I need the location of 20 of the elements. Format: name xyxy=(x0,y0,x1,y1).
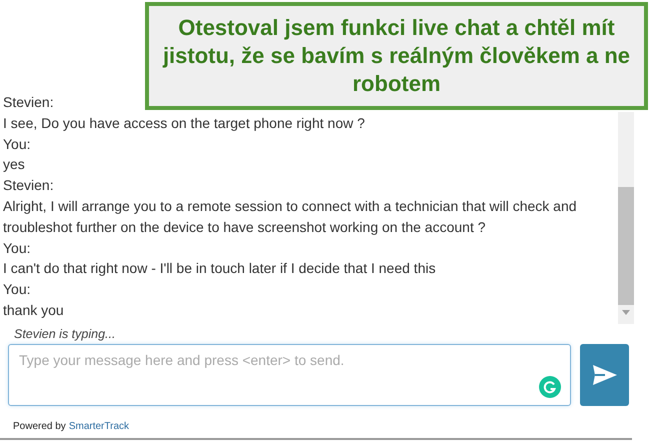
sender-name: Stevien: xyxy=(3,176,55,196)
send-button[interactable] xyxy=(580,344,629,406)
chat-message: Alright, I will arrange you to a remote session to connect with a technician that will check and troubleshot further on the device to have screenshot working on the account ? xyxy=(3,196,578,237)
message-input[interactable]: Type your message here and press <enter> to send. xyxy=(8,344,571,406)
sender-name: Stevien: xyxy=(3,93,55,112)
sender-name: You: xyxy=(3,280,32,300)
sender-name: You: xyxy=(3,134,32,154)
scrollbar[interactable] xyxy=(618,112,634,324)
footer-text: Powered by xyxy=(13,421,66,432)
grammar-icon[interactable] xyxy=(539,376,561,398)
chat-message: yes xyxy=(3,155,26,174)
chat-message: thank you xyxy=(3,300,65,320)
scroll-down-icon[interactable] xyxy=(622,310,630,315)
send-icon xyxy=(592,365,616,385)
callout-text: Otestoval jsem funkci live chat a chtěl mít jistotu, že se bavím s reálným člověkem a ne robotem xyxy=(162,14,632,98)
typing-indicator: Stevien is typing... xyxy=(13,326,116,343)
smartertrack-link[interactable]: SmarterTrack xyxy=(68,421,130,432)
chat-message: I can't do that right now - I'll be in touch later if I decide that I need this xyxy=(3,259,437,278)
chat-message: I see, Do you have access on the target phone right now ? xyxy=(3,114,366,133)
sender-name: You: xyxy=(3,238,32,258)
